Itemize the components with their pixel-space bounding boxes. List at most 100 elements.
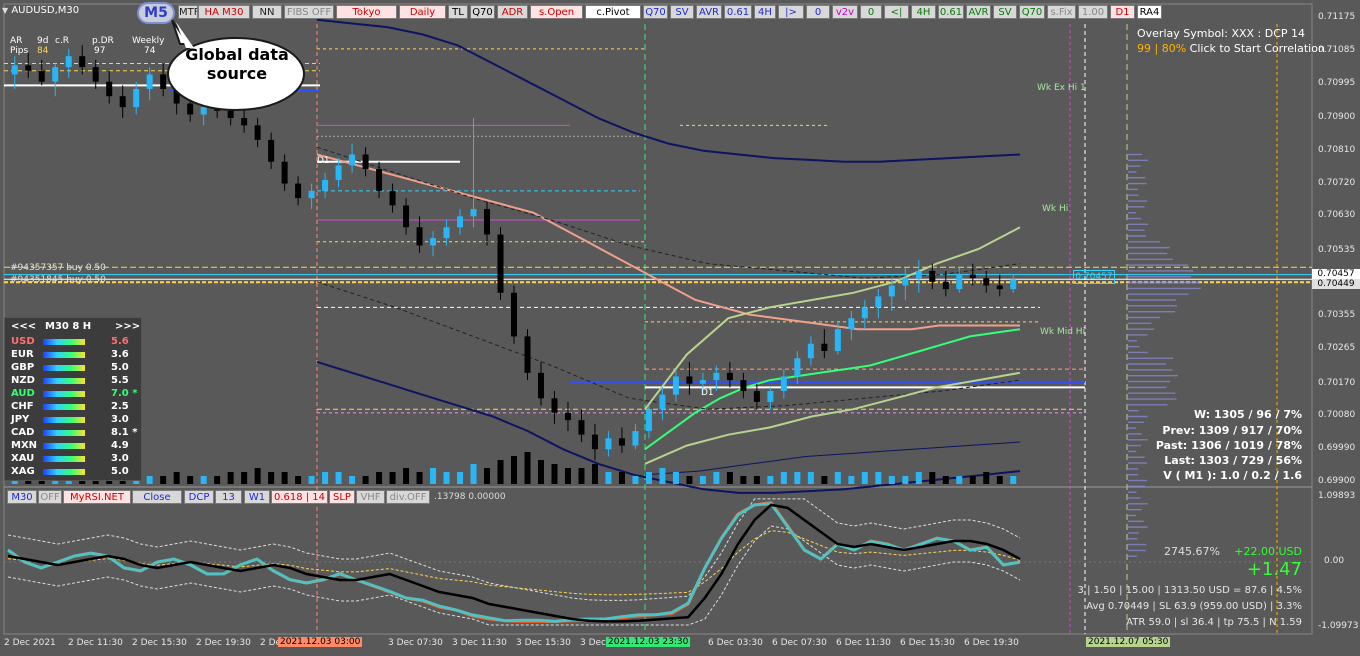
toolbar-button[interactable]: s.Fix (1047, 5, 1076, 19)
volume-bar (551, 464, 558, 484)
toolbar-button[interactable]: ADR (497, 5, 528, 19)
candle-body (443, 227, 450, 239)
candle-body (821, 343, 828, 351)
oscillator-toolbar-button[interactable]: OFF (38, 490, 62, 504)
panel-next-button[interactable]: >>> (115, 321, 140, 332)
osc-axis-mid: 0.00 (1324, 556, 1345, 566)
strength-value: 5.5 (111, 375, 129, 386)
toolbar-button[interactable]: 0 (860, 5, 882, 19)
toolbar-button[interactable]: SV (670, 5, 694, 19)
strength-bar (43, 378, 85, 384)
volume-bar (956, 476, 963, 484)
volume-bar (254, 468, 261, 484)
toolbar-button[interactable]: SV (993, 5, 1017, 19)
volume-bar (268, 472, 275, 484)
oscillator-toolbar-button[interactable]: SLP (329, 490, 355, 504)
candle-body (578, 420, 585, 435)
panel-prev-button[interactable]: <<< (11, 321, 36, 332)
oscillator-toolbar-button[interactable]: DCP (184, 490, 214, 504)
toolbar-button[interactable]: D1 (1110, 5, 1135, 19)
oscillator-toolbar-button[interactable]: 0.618 | 14 (271, 490, 328, 504)
currency-row: CHF 2.5 (11, 401, 139, 413)
volume-bar (430, 468, 437, 484)
price-label: 0.70720 (1318, 177, 1356, 188)
toolbar-button[interactable]: 4H (754, 5, 776, 19)
price-box: 0.70457 (1073, 270, 1115, 284)
toolbar-button[interactable]: 4H (911, 5, 936, 19)
mini-label-weekly-value: 74 (144, 46, 156, 56)
candle-body (254, 125, 261, 140)
oscillator-toolbar-button[interactable]: W1 (244, 490, 270, 504)
strength-bar (43, 339, 85, 345)
strength-bar (43, 469, 85, 475)
toolbar-button[interactable]: c.Pivot (585, 5, 641, 19)
candle-body (726, 372, 733, 381)
oscillator-toolbar-button[interactable]: 13 (215, 490, 242, 504)
toolbar-button[interactable]: HA M30 (198, 5, 250, 19)
candle-body (52, 67, 59, 82)
candle-body (11, 65, 18, 75)
trade-line3: ATR 59.0 | sl 36.4 | tp 75.5 | N 1.59 (1126, 617, 1302, 628)
candle-body (295, 183, 302, 199)
candle-body (794, 358, 801, 377)
volume-bar (457, 472, 464, 484)
candle-body (146, 74, 153, 89)
toolbar-button[interactable]: Q70 (643, 5, 668, 19)
order-label-2[interactable]: #94351845 buy 0.50 (10, 275, 106, 285)
toolbar-button[interactable]: AVR (696, 5, 722, 19)
currency-row: MXN 4.9 (11, 440, 139, 452)
candle-body (632, 431, 639, 446)
currency-row: GBP 5.0 (11, 362, 139, 374)
toolbar-button[interactable]: 1.00 (1078, 5, 1108, 19)
toolbar-button[interactable]: 0 (806, 5, 830, 19)
toolbar-button[interactable]: FIBS OFF (284, 5, 334, 19)
toolbar-button[interactable]: RA4 (1137, 5, 1162, 19)
candle-body (524, 336, 531, 373)
volume-bar (794, 472, 801, 484)
dropdown-arrow-icon[interactable]: ▼ (2, 6, 8, 15)
oscillator-toolbar-button[interactable]: Close (132, 490, 182, 504)
oscillator-toolbar-button[interactable]: M30 (7, 490, 37, 504)
volume-bar (497, 460, 504, 484)
oscillator-toolbar-button[interactable]: VHF (356, 490, 385, 504)
order-label-1[interactable]: #94357357 buy 0.50 (10, 263, 106, 273)
toolbar-button[interactable]: MTF (178, 5, 198, 19)
stat-v: V ( M1 ): 1.0 / 0.2 / 1.6 (1163, 469, 1302, 482)
candle-body (848, 318, 855, 330)
toolbar-button[interactable]: 0.61 (938, 5, 964, 19)
candle-body (92, 67, 99, 82)
correlation-link[interactable]: 99 | 80% Click to Start Correlation (1137, 42, 1325, 55)
time-label: 6 Dec 15:30 (900, 638, 955, 648)
toolbar-button[interactable]: NN (252, 5, 282, 19)
toolbar-button[interactable]: Daily (399, 5, 446, 19)
toolbar-button[interactable]: Tokyo (336, 5, 397, 19)
volume-bar (524, 452, 531, 484)
strength-value: 2.5 (111, 401, 129, 412)
mini-label-9d: 9d (37, 36, 49, 46)
toolbar-button[interactable]: Q70 (470, 5, 495, 19)
mini-label-ar: AR (10, 36, 23, 46)
toolbar-button[interactable]: s.Open (530, 5, 583, 19)
strength-bar (43, 443, 85, 449)
currency-code: NZD (11, 375, 35, 386)
mini-label-pips: Pips (10, 46, 29, 56)
toolbar-button[interactable]: <| (884, 5, 909, 19)
oscillator-toolbar-button[interactable]: MyRSI.NET (63, 490, 131, 504)
toolbar-button[interactable]: AVR (966, 5, 991, 19)
candle-body (403, 205, 410, 228)
candle-body (983, 278, 990, 286)
volume-bar (376, 472, 383, 484)
candle-body (25, 65, 32, 71)
toolbar-button[interactable]: Q70 (1019, 5, 1045, 19)
volume-bar (996, 476, 1003, 484)
volume-bar (942, 476, 949, 484)
volume-bar (591, 464, 598, 484)
volume-bar (740, 476, 747, 484)
toolbar-button[interactable]: |> (778, 5, 804, 19)
toolbar-button[interactable]: 0.61 (724, 5, 752, 19)
toolbar-button[interactable]: TL (448, 5, 468, 19)
toolbar-button[interactable]: v2v (832, 5, 858, 19)
volume-bar (713, 472, 720, 484)
oscillator-toolbar-button[interactable]: div.OFF (386, 490, 430, 504)
candle-body (659, 394, 666, 410)
